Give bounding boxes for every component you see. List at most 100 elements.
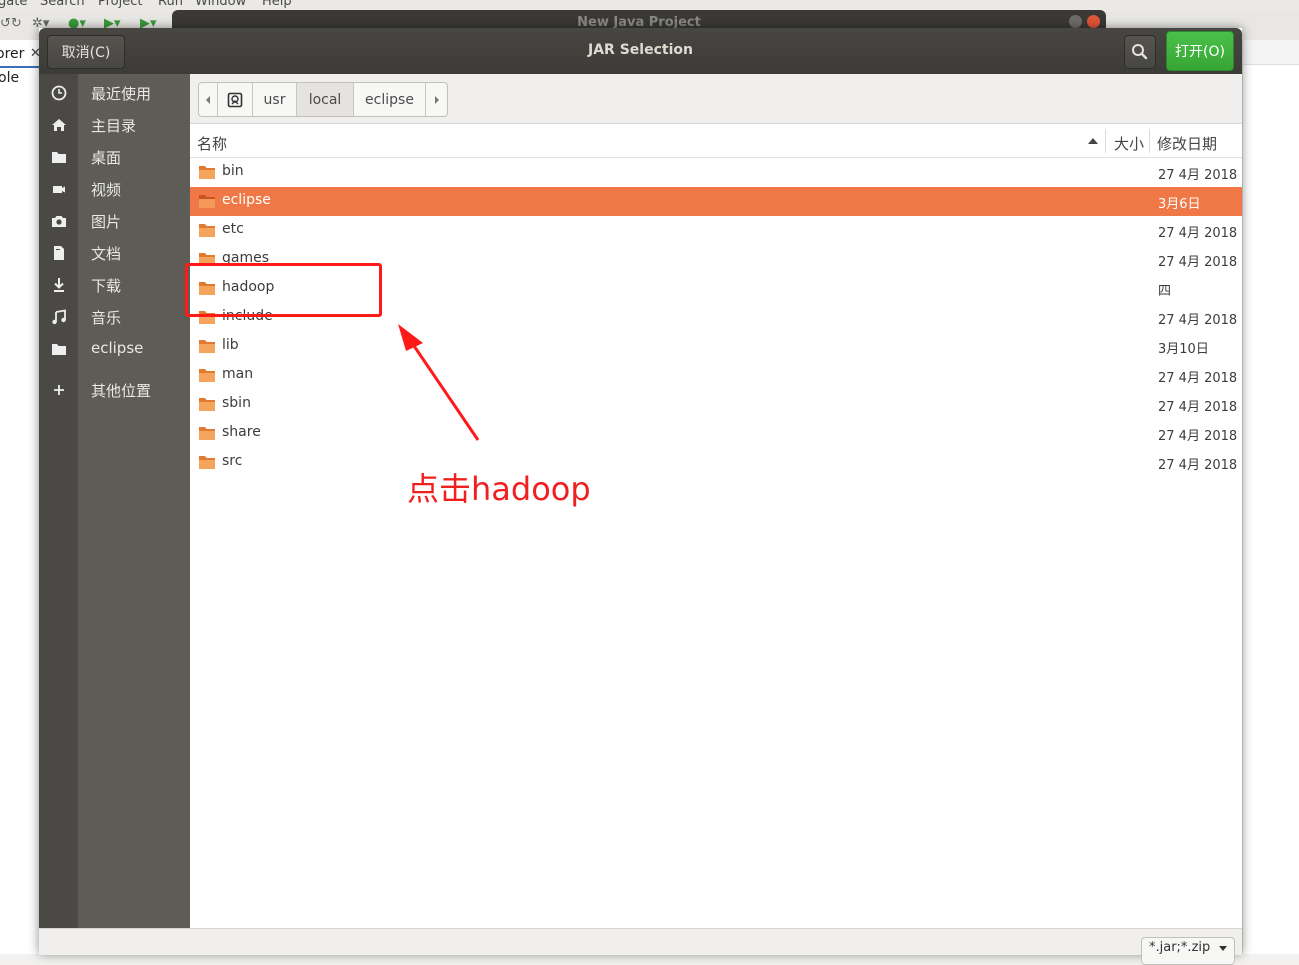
file-modified: 27 4月 2018 bbox=[1158, 168, 1238, 183]
sidebar-item-downloads[interactable]: 下载 bbox=[39, 269, 190, 301]
file-row-man[interactable]: man 27 4月 2018 bbox=[190, 361, 1242, 390]
menu-help[interactable]: Help bbox=[262, 0, 292, 9]
menu-project[interactable]: Project bbox=[98, 0, 142, 9]
file-modified: 27 4月 2018 bbox=[1158, 255, 1238, 270]
dialog-header: 取消(C) JAR Selection 打开(O) bbox=[39, 28, 1242, 74]
dialog-title: JAR Selection bbox=[588, 42, 693, 58]
file-row-sbin[interactable]: sbin 27 4月 2018 bbox=[190, 390, 1242, 419]
folder-icon bbox=[199, 340, 215, 353]
sidebar-item-desktop[interactable]: 桌面 bbox=[39, 141, 190, 173]
path-crumb-usr[interactable]: usr bbox=[253, 83, 297, 116]
file-modified: 27 4月 2018 bbox=[1158, 226, 1238, 241]
package-explorer-panel: orer ✕ ole bbox=[0, 40, 41, 954]
sidebar-item-label: 视频 bbox=[91, 181, 122, 199]
file-name: lib bbox=[222, 337, 239, 353]
sidebar-item-label: 桌面 bbox=[91, 149, 122, 167]
file-row-include[interactable]: include 27 4月 2018 bbox=[190, 303, 1242, 332]
file-row-share[interactable]: share 27 4月 2018 bbox=[190, 419, 1242, 448]
drive-icon bbox=[227, 92, 243, 107]
file-row-src[interactable]: src 27 4月 2018 bbox=[190, 448, 1242, 477]
folder-icon bbox=[199, 456, 215, 469]
sidebar-item-recent[interactable]: 最近使用 bbox=[39, 77, 190, 109]
sidebar-item-label: 最近使用 bbox=[91, 85, 152, 103]
right-panel-header bbox=[1243, 40, 1299, 65]
file-modified: 27 4月 2018 bbox=[1158, 400, 1238, 415]
background-right-panel bbox=[1242, 40, 1299, 954]
cancel-button[interactable]: 取消(C) bbox=[47, 35, 125, 69]
column-header-size[interactable]: 大小 bbox=[1114, 133, 1144, 154]
file-name: bin bbox=[222, 163, 244, 179]
folder-icon bbox=[199, 311, 215, 324]
sidebar-item-documents[interactable]: 文档 bbox=[39, 237, 190, 269]
document-icon bbox=[54, 246, 64, 260]
file-name: eclipse bbox=[222, 192, 271, 208]
sidebar-item-videos[interactable]: 视频 bbox=[39, 173, 190, 205]
file-name: games bbox=[222, 250, 270, 266]
column-header-modified[interactable]: 修改日期 bbox=[1157, 133, 1217, 154]
menu-run[interactable]: Run bbox=[158, 0, 183, 9]
behind-minimize-icon bbox=[1069, 15, 1082, 28]
camera-icon bbox=[52, 216, 66, 227]
path-bar: usr local eclipse bbox=[198, 82, 448, 117]
chevron-right-icon bbox=[434, 95, 439, 104]
search-icon bbox=[1132, 44, 1148, 60]
file-modified: 27 4月 2018 bbox=[1158, 458, 1238, 473]
sidebar-item-eclipse[interactable]: eclipse bbox=[39, 333, 190, 365]
file-modified: 3月6日 bbox=[1158, 197, 1201, 212]
file-modified: 27 4月 2018 bbox=[1158, 313, 1238, 328]
file-row-games[interactable]: games 27 4月 2018 bbox=[190, 245, 1242, 274]
filter-value: *.jar;*.zip bbox=[1149, 940, 1211, 955]
folder-icon bbox=[52, 152, 66, 163]
file-row-bin[interactable]: bin 27 4月 2018 bbox=[190, 158, 1242, 187]
file-name: sbin bbox=[222, 395, 251, 411]
file-type-filter-select[interactable]: *.jar;*.zip bbox=[1141, 937, 1235, 965]
path-crumb-eclipse[interactable]: eclipse bbox=[354, 83, 426, 116]
folder-icon bbox=[199, 398, 215, 411]
folder-icon bbox=[199, 282, 215, 295]
folder-icon bbox=[199, 253, 215, 266]
menu-search[interactable]: Search bbox=[40, 0, 85, 9]
sidebar-item-label: 主目录 bbox=[91, 117, 137, 135]
file-name: src bbox=[222, 453, 243, 469]
file-name: include bbox=[222, 308, 273, 324]
sidebar-item-pictures[interactable]: 图片 bbox=[39, 205, 190, 237]
sidebar-item-home[interactable]: 主目录 bbox=[39, 109, 190, 141]
search-button[interactable] bbox=[1124, 35, 1156, 69]
menu-window[interactable]: Window bbox=[195, 0, 246, 9]
file-row-hadoop[interactable]: hadoop 四 bbox=[190, 274, 1242, 303]
file-name: etc bbox=[222, 221, 244, 237]
file-list: bin 27 4月 2018 eclipse 3月6日 etc 27 4月 20… bbox=[190, 158, 1242, 477]
folder-icon bbox=[199, 427, 215, 440]
file-name: share bbox=[222, 424, 261, 440]
file-row-lib[interactable]: lib 3月10日 bbox=[190, 332, 1242, 361]
open-button[interactable]: 打开(O) bbox=[1166, 31, 1234, 71]
menu-navigate[interactable]: gate bbox=[0, 0, 27, 9]
folder-icon bbox=[199, 166, 215, 179]
sidebar-item-label: 下载 bbox=[91, 277, 122, 295]
plus-icon bbox=[54, 385, 64, 395]
file-list-header: 名称 大小 修改日期 bbox=[190, 124, 1242, 158]
music-icon bbox=[52, 309, 66, 325]
file-row-eclipse[interactable]: eclipse 3月6日 bbox=[190, 187, 1242, 216]
file-row-etc[interactable]: etc 27 4月 2018 bbox=[190, 216, 1242, 245]
folder-icon bbox=[199, 369, 215, 382]
path-crumb-local[interactable]: local bbox=[297, 83, 354, 116]
file-modified: 27 4月 2018 bbox=[1158, 371, 1238, 386]
folder-icon bbox=[52, 344, 66, 355]
sidebar-item-other-locations[interactable]: 其他位置 bbox=[39, 374, 190, 406]
sidebar-item-label: 音乐 bbox=[91, 309, 122, 327]
path-scroll-right-button[interactable] bbox=[426, 83, 447, 116]
path-scroll-left-button[interactable] bbox=[199, 83, 218, 116]
path-root-button[interactable] bbox=[218, 83, 253, 116]
sidebar-item-label: 图片 bbox=[91, 213, 122, 231]
file-name: hadoop bbox=[222, 279, 275, 295]
package-explorer-tab[interactable]: orer bbox=[0, 46, 24, 62]
undo-icon[interactable]: ↺↻ bbox=[0, 16, 22, 31]
dialog-footer: *.jar;*.zip bbox=[39, 928, 1242, 965]
folder-icon bbox=[199, 195, 215, 208]
tab-underline bbox=[0, 66, 40, 68]
explorer-row[interactable]: ole bbox=[0, 70, 19, 86]
sidebar-item-music[interactable]: 音乐 bbox=[39, 301, 190, 333]
file-modified: 四 bbox=[1158, 284, 1172, 299]
column-header-name[interactable]: 名称 bbox=[197, 133, 227, 154]
